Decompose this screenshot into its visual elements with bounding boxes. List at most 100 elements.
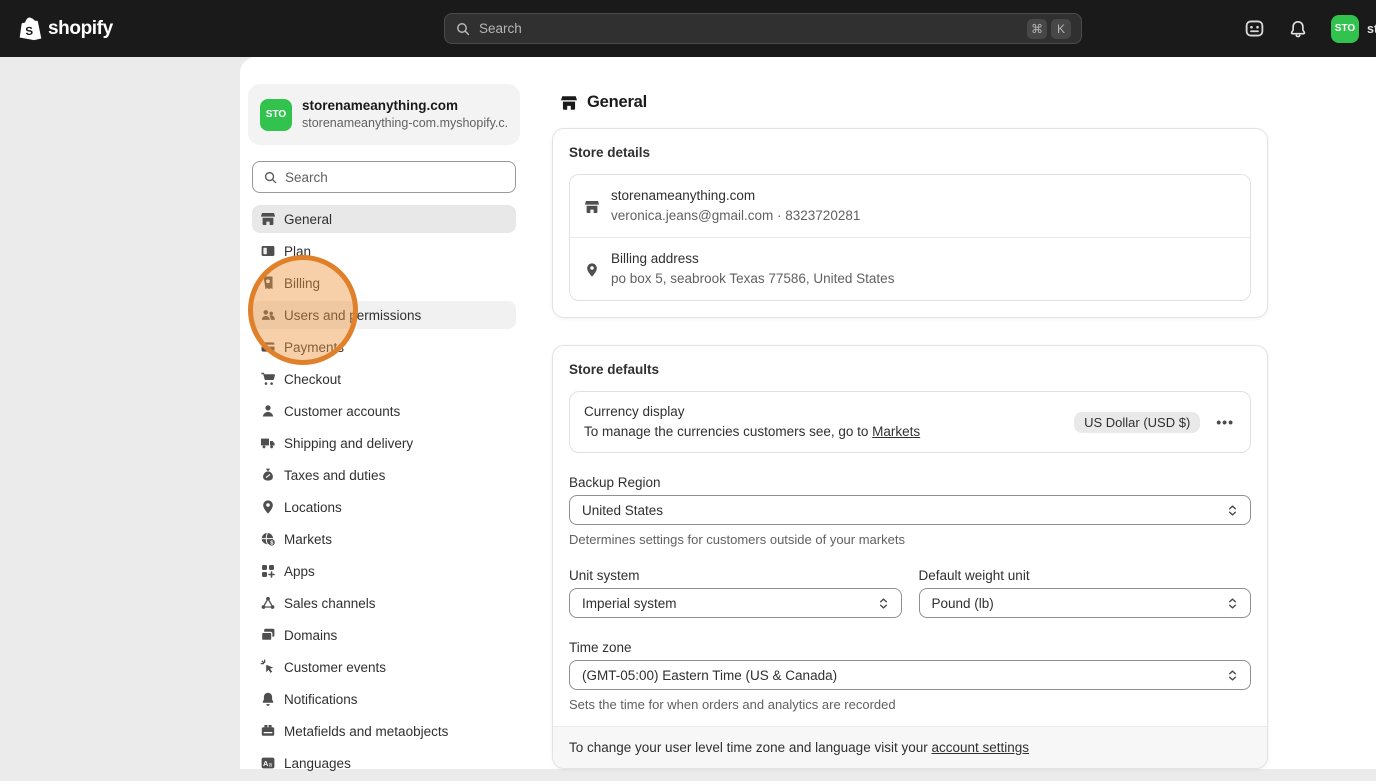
sidebar-item-label: Payments: [284, 339, 345, 355]
unit-system-select[interactable]: Imperial system: [569, 588, 902, 618]
sidebar-item-checkout[interactable]: Checkout: [252, 365, 516, 393]
sidebar-item-metafields-and-metaobjects[interactable]: Metafields and metaobjects: [252, 717, 516, 745]
sidebar-item-label: Taxes and duties: [284, 467, 386, 483]
sidebar-item-customer-accounts[interactable]: Customer accounts: [252, 397, 516, 425]
sidebar-item-label: Customer accounts: [284, 403, 401, 419]
sidebar-item-label: Customer events: [284, 659, 387, 675]
global-search-bar[interactable]: ⌘ K: [444, 13, 1082, 44]
store-name-truncated: st: [1367, 21, 1376, 36]
sidebar-item-domains[interactable]: Domains: [252, 621, 516, 649]
shopify-bag-icon: S: [16, 15, 43, 42]
sidebar-item-label: Billing: [284, 275, 321, 291]
sidebar-item-label: Locations: [284, 499, 342, 515]
storefront-icon: [560, 94, 578, 112]
store-detail-row-storenameanything-com[interactable]: storenameanything.com veronica.jeans@gmai…: [570, 175, 1250, 237]
sidebar-store-domain: storenameanything-com.myshopify.c...: [302, 116, 508, 130]
sidebar-item-label: Checkout: [284, 371, 342, 387]
sidekick-icon[interactable]: [1243, 18, 1265, 40]
sidebar-store-avatar: STO: [260, 98, 292, 131]
weight-unit-label: Default weight unit: [918, 568, 1030, 583]
sidebar-item-sales-channels[interactable]: Sales channels: [252, 589, 516, 617]
settings-search-bar[interactable]: [252, 161, 516, 193]
sidebar-item-notifications[interactable]: Notifications: [252, 685, 516, 713]
time-zone-select[interactable]: (GMT-05:00) Eastern Time (US & Canada): [569, 660, 1251, 690]
sidebar-item-taxes-and-duties[interactable]: Taxes and duties: [252, 461, 516, 489]
notifications-bell-icon[interactable]: [1287, 18, 1309, 40]
detail-row-subtitle: veronica.jeans@gmail.com · 8323720281: [611, 208, 861, 223]
sidebar-item-label: Plan: [284, 243, 312, 259]
pin-icon: [584, 251, 600, 289]
sidebar-item-plan[interactable]: Plan: [252, 237, 516, 265]
account-settings-link[interactable]: account settings: [931, 740, 1029, 755]
bell-icon: [260, 691, 276, 707]
kbd-k: K: [1051, 18, 1071, 39]
pin-icon: [260, 499, 276, 515]
store-details-card: Store details storenameanything.com veron…: [552, 128, 1268, 318]
globe-icon: $: [260, 531, 276, 547]
cart-icon: [260, 371, 276, 387]
users-icon: [260, 307, 276, 323]
store-defaults-card: Store defaults Currency display To manag…: [552, 345, 1268, 769]
backup-region-label: Backup Region: [569, 475, 661, 490]
person-icon: [260, 403, 276, 419]
detail-row-title: storenameanything.com: [611, 188, 756, 203]
metafields-icon: [260, 723, 276, 739]
weight-unit-select[interactable]: Pound (lb): [918, 588, 1251, 618]
currency-display-row: Currency display To manage the currencie…: [569, 391, 1251, 453]
chevron-up-down-icon: [876, 596, 891, 611]
store-avatar[interactable]: STO: [1331, 14, 1359, 43]
time-zone-label: Time zone: [569, 640, 632, 655]
domains-icon: [260, 627, 276, 643]
sidebar-item-label: Shipping and delivery: [284, 435, 414, 451]
nodes-icon: [260, 595, 276, 611]
store-defaults-heading: Store defaults: [569, 362, 660, 377]
sidebar-store-name: storenameanything.com: [302, 98, 459, 113]
global-search-input[interactable]: [479, 21, 1023, 36]
payments-icon: [260, 339, 276, 355]
moneybag-icon: [260, 467, 276, 483]
backup-region-helper: Determines settings for customers outsid…: [569, 532, 905, 547]
billing-icon: [260, 275, 276, 291]
sidebar-item-customer-events[interactable]: Customer events: [252, 653, 516, 681]
truck-icon: [260, 435, 276, 451]
apps-icon: [260, 563, 276, 579]
sidebar-item-users-and-permissions[interactable]: Users and permissions: [252, 301, 516, 329]
sidebar-item-apps[interactable]: Apps: [252, 557, 516, 585]
svg-text:S: S: [25, 26, 34, 39]
sidebar-item-label: Markets: [284, 531, 333, 547]
sidebar-item-label: Notifications: [284, 691, 358, 707]
storefront-icon: [584, 188, 600, 226]
sidebar-item-general[interactable]: General: [252, 205, 516, 233]
store-detail-row-billing-address[interactable]: Billing address po box 5, seabrook Texas …: [570, 237, 1250, 300]
currency-more-button[interactable]: •••: [1214, 413, 1236, 431]
sidebar-store-card: STO storenameanything.com storenameanyth…: [248, 84, 520, 145]
search-icon: [455, 21, 471, 37]
detail-row-title: Billing address: [611, 251, 699, 266]
sidebar-item-label: Metafields and metaobjects: [284, 723, 449, 739]
chevron-up-down-icon: [1225, 503, 1240, 518]
sidebar-item-billing[interactable]: Billing: [252, 269, 516, 297]
shopify-logo[interactable]: S shopify: [16, 15, 113, 42]
sidebar-item-markets[interactable]: $ Markets: [252, 525, 516, 553]
sidebar-item-languages[interactable]: Aa Languages: [252, 749, 516, 777]
settings-search-input[interactable]: [285, 169, 505, 185]
store-details-heading: Store details: [569, 145, 651, 160]
sidebar-item-label: Users and permissions: [284, 307, 422, 323]
sidebar-item-label: Domains: [284, 627, 338, 643]
shopify-wordmark: shopify: [48, 17, 113, 39]
sidebar-item-payments[interactable]: Payments: [252, 333, 516, 361]
sidebar-item-locations[interactable]: Locations: [252, 493, 516, 521]
sidebar-item-shipping-and-delivery[interactable]: Shipping and delivery: [252, 429, 516, 457]
chevron-up-down-icon: [1225, 596, 1240, 611]
backup-region-select[interactable]: United States: [569, 495, 1251, 525]
settings-panel: STO storenameanything.com storenameanyth…: [240, 57, 1376, 771]
markets-link[interactable]: Markets: [872, 424, 920, 439]
unit-system-label: Unit system: [569, 568, 640, 583]
sidebar-item-label: Apps: [284, 563, 315, 579]
currency-badge: US Dollar (USD $): [1074, 411, 1201, 433]
store-details-list: storenameanything.com veronica.jeans@gmai…: [569, 174, 1251, 301]
sidebar-item-label: Sales channels: [284, 595, 376, 611]
sidebar-item-label: General: [284, 211, 333, 227]
page-title: General: [560, 93, 647, 112]
settings-sidebar: STO storenameanything.com storenameanyth…: [248, 57, 528, 771]
